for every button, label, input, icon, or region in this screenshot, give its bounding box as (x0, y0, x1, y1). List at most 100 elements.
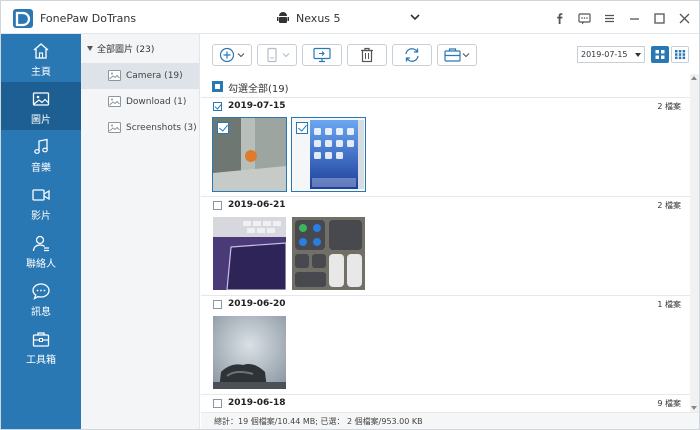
maximize-icon[interactable] (653, 12, 666, 25)
landscape-photo-image (213, 316, 286, 389)
photo-thumbnail[interactable] (291, 117, 366, 192)
group-file-count: 2 檔案 (657, 102, 681, 111)
group-checkbox[interactable] (213, 399, 222, 408)
select-all-label: 勾選全部(19) (228, 84, 289, 95)
export-to-pc-button[interactable] (302, 44, 342, 66)
phone-export-icon (267, 47, 290, 63)
group-file-count: 2 檔案 (657, 201, 681, 210)
toolbox-menu-button[interactable] (437, 44, 477, 66)
menu-icon[interactable] (603, 12, 616, 25)
group-date: 2019-06-21 (228, 200, 286, 210)
category-camera[interactable]: Camera (19) (81, 63, 199, 89)
add-icon (219, 47, 245, 63)
app-title: FonePaw DoTrans (40, 12, 137, 25)
group-date: 2019-06-20 (228, 299, 286, 309)
category-label: Download (1) (126, 97, 187, 107)
status-summary: 總計：19 個檔案/10.44 MB; 已選： 2 個檔案/953.00 KB (214, 417, 423, 426)
group-date: 2019-06-18 (228, 398, 286, 408)
nav-item-music[interactable]: 音樂 (1, 130, 81, 178)
nav-item-videos[interactable]: 影片 (1, 178, 81, 226)
refresh-button[interactable] (392, 44, 432, 66)
grid-view-button[interactable] (651, 46, 669, 63)
android-icon (277, 12, 289, 23)
group-checkbox[interactable] (213, 201, 222, 210)
export-to-device-button[interactable] (257, 44, 297, 66)
close-icon[interactable] (678, 12, 691, 25)
photo-folder-icon (108, 96, 121, 107)
facebook-icon[interactable] (553, 12, 566, 25)
photo-folder-icon (108, 70, 121, 81)
category-label: Camera (19) (126, 71, 183, 81)
pc-export-icon (313, 47, 331, 63)
minimize-icon[interactable] (628, 12, 641, 25)
device-selector[interactable]: Nexus 5 (277, 10, 422, 28)
nav-label-music: 音樂 (31, 163, 51, 174)
dropdown-arrow-icon (635, 53, 641, 57)
music-icon (34, 138, 48, 154)
app-logo-icon (13, 9, 33, 28)
contacts-icon (32, 235, 49, 252)
title-bar: FonePaw DoTrans Nexus 5 (1, 1, 699, 34)
group-date: 2019-07-15 (228, 101, 286, 111)
category-panel: 全部圖片 (23) Camera (19) Download (1) Scree… (81, 34, 200, 429)
nav-label-images: 圖片 (31, 115, 51, 126)
nav-item-contacts[interactable]: 聯絡人 (1, 226, 81, 274)
nav-label-home: 主頁 (31, 67, 51, 78)
nav-label-toolbox: 工具箱 (26, 355, 56, 366)
nav-label-videos: 影片 (31, 211, 51, 222)
photo-checkbox[interactable] (217, 122, 229, 134)
date-group-header: 2019-07-15 2 檔案 (201, 97, 699, 115)
group-file-count: 1 檔案 (657, 300, 681, 309)
category-screenshots[interactable]: Screenshots (3) (81, 115, 199, 141)
device-name: Nexus 5 (296, 12, 341, 25)
nav-item-home[interactable]: 主頁 (1, 34, 81, 82)
app-window: FonePaw DoTrans Nexus 5 主頁 圖片 音樂 影片 聯絡人 … (0, 0, 700, 430)
photo-thumbnail[interactable] (292, 217, 365, 290)
trash-icon (361, 47, 373, 63)
image-icon (32, 92, 50, 106)
date-filter-value: 2019-07-15 (581, 50, 628, 59)
date-filter-select[interactable]: 2019-07-15 (577, 46, 645, 63)
photo-checkbox[interactable] (296, 122, 308, 134)
toolbar: 2019-07-15 (201, 34, 699, 74)
window-controls (553, 11, 691, 25)
feedback-icon[interactable] (578, 12, 591, 25)
category-download[interactable]: Download (1) (81, 89, 199, 115)
category-root-label: 全部圖片 (23) (97, 45, 155, 55)
photo-thumbnail[interactable] (213, 316, 286, 389)
group-checkbox[interactable] (213, 102, 222, 111)
toolbox-icon (32, 332, 50, 347)
expand-arrow-icon (87, 46, 93, 51)
date-group-header: 2019-06-20 1 檔案 (201, 295, 699, 313)
nav-item-toolbox[interactable]: 工具箱 (1, 322, 81, 370)
select-all-box (212, 81, 223, 92)
delete-button[interactable] (347, 44, 387, 66)
photo-grid: 勾選全部(19) 2019-07-15 2 檔案 2019-06-21 2 檔案… (201, 74, 699, 412)
scroll-down-icon[interactable] (691, 406, 697, 410)
video-icon (32, 189, 50, 201)
nav-item-messages[interactable]: 訊息 (1, 274, 81, 322)
briefcase-icon (444, 48, 470, 62)
nav-label-messages: 訊息 (31, 307, 51, 318)
refresh-icon (405, 48, 419, 62)
nav-item-images[interactable]: 圖片 (1, 82, 81, 130)
control-center-image (292, 217, 365, 290)
photo-thumbnail[interactable] (212, 117, 287, 192)
group-file-count: 9 檔案 (657, 399, 681, 408)
sidebar-nav: 主頁 圖片 音樂 影片 聯絡人 訊息 工具箱 (1, 34, 81, 429)
category-label: Screenshots (3) (126, 123, 197, 133)
status-bar: 總計：19 個檔案/10.44 MB; 已選： 2 個檔案/953.00 KB (201, 412, 699, 429)
photo-thumbnail[interactable] (213, 217, 286, 290)
group-checkbox[interactable] (213, 300, 222, 309)
chevron-down-icon (410, 14, 420, 21)
small-grid-view-icon (675, 50, 686, 60)
nav-label-contacts: 聯絡人 (26, 259, 56, 270)
add-button[interactable] (212, 44, 252, 66)
date-group-header: 2019-06-21 2 檔案 (201, 196, 699, 214)
list-view-button[interactable] (671, 46, 689, 63)
laptop-photo-image (213, 217, 286, 290)
scroll-up-icon[interactable] (691, 76, 697, 80)
home-icon (33, 43, 49, 59)
category-root[interactable]: 全部圖片 (23) (87, 42, 154, 55)
vertical-scrollbar[interactable] (690, 74, 699, 412)
